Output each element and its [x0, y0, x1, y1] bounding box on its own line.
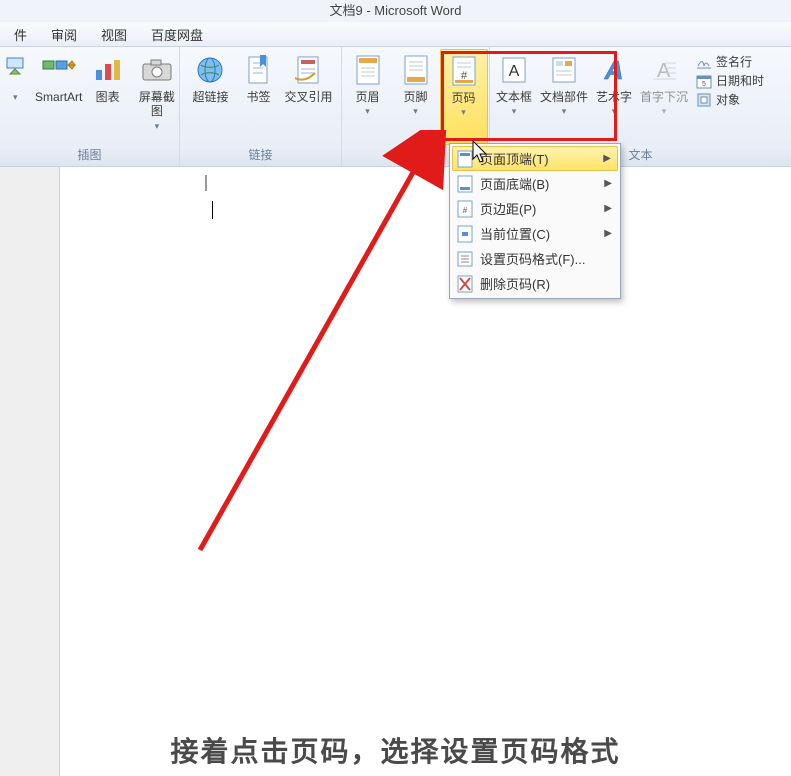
ribbon-group-illustrations: ▾ SmartArt 图表 屏幕截图 ▾ 插图 — [0, 47, 180, 166]
text-caret — [212, 201, 213, 219]
document-workspace — [0, 167, 791, 776]
textbox-button[interactable]: A 文本框 ▾ — [490, 49, 538, 145]
wordart-label: 艺术字 — [596, 90, 632, 104]
menu-file[interactable]: 件 — [2, 25, 39, 44]
wordart-button[interactable]: A 艺术字 ▾ — [590, 49, 638, 145]
chart-icon — [91, 53, 125, 87]
sigline-button[interactable]: 签名行 — [696, 53, 764, 70]
page-margins-icon: # — [456, 200, 474, 218]
footer-button[interactable]: 页脚 ▾ — [392, 49, 440, 145]
header-icon — [351, 53, 385, 87]
menu-format-pagenum[interactable]: 设置页码格式(F)... — [452, 246, 618, 271]
object-button[interactable]: 对象 — [696, 91, 764, 108]
globe-icon — [193, 53, 227, 87]
menu-view[interactable]: 视图 — [89, 25, 139, 44]
svg-text:A: A — [604, 55, 624, 85]
bookmark-icon — [241, 53, 275, 87]
left-gutter — [0, 167, 60, 776]
smartart-label: SmartArt — [35, 90, 82, 104]
footer-icon — [399, 53, 433, 87]
text-small-stack: 签名行 5 日期和时 对象 — [690, 49, 770, 108]
ruler-marker — [205, 175, 207, 191]
shape-icon — [0, 53, 32, 87]
textbox-label: 文本框 — [496, 90, 532, 104]
smartart-button[interactable]: SmartArt — [34, 49, 84, 145]
object-icon — [696, 92, 712, 108]
dropcap-label: 首字下沉 — [640, 90, 688, 104]
header-label: 页眉 — [355, 90, 379, 104]
quickparts-icon — [547, 53, 581, 87]
chevron-right-icon: ▶ — [603, 153, 611, 164]
dropcap-icon: A — [647, 53, 681, 87]
crossref-button[interactable]: 交叉引用 — [282, 49, 334, 145]
crossref-icon — [291, 53, 325, 87]
bookmark-button[interactable]: 书签 — [234, 49, 282, 145]
screenshot-button[interactable]: 屏幕截图 ▾ — [132, 49, 183, 145]
chart-label: 图表 — [96, 90, 120, 104]
dropcap-button[interactable]: A 首字下沉 ▾ — [638, 49, 690, 145]
chevron-right-icon: ▶ — [604, 228, 612, 239]
page-top-icon — [456, 150, 474, 168]
menu-page-top[interactable]: 页面顶端(T) ▶ — [452, 146, 618, 171]
svg-text:#: # — [463, 206, 468, 215]
crossref-label: 交叉引用 — [284, 90, 332, 104]
svg-text:5: 5 — [702, 81, 706, 88]
chevron-right-icon: ▶ — [604, 203, 612, 214]
wordart-icon: A — [597, 53, 631, 87]
footer-label: 页脚 — [403, 90, 427, 104]
format-icon — [456, 250, 474, 268]
signature-icon — [696, 54, 712, 70]
group-label-links: 链接 — [180, 146, 341, 166]
menu-page-bottom[interactable]: 页面底端(B) ▶ — [452, 171, 618, 196]
pagenum-button[interactable]: # 页码 ▾ — [440, 49, 488, 145]
hyperlink-button[interactable]: 超链接 — [186, 49, 234, 145]
chevron-right-icon: ▶ — [604, 178, 612, 189]
menu-baidu[interactable]: 百度网盘 — [139, 25, 215, 44]
calendar-icon: 5 — [696, 73, 712, 89]
menu-remove-pagenum[interactable]: 删除页码(R) — [452, 271, 618, 296]
menu-page-margins[interactable]: # 页边距(P) ▶ — [452, 196, 618, 221]
menu-bar: 件 审阅 视图 百度网盘 — [0, 22, 791, 47]
pagenum-icon: # — [447, 54, 481, 88]
group-label-illustrations: 插图 — [0, 146, 179, 166]
unknown-button[interactable]: ▾ — [0, 49, 34, 145]
pagenum-label: 页码 — [451, 91, 475, 105]
screenshot-label: 屏幕截图 — [134, 90, 181, 119]
datetime-button[interactable]: 5 日期和时 — [696, 72, 764, 89]
smartart-icon — [42, 53, 76, 87]
menu-current-position[interactable]: 当前位置(C) ▶ — [452, 221, 618, 246]
header-button[interactable]: 页眉 ▾ — [344, 49, 392, 145]
remove-icon — [456, 275, 474, 293]
instruction-caption: 接着点击页码，选择设置页码格式 — [0, 730, 791, 770]
menu-review[interactable]: 审阅 — [39, 25, 89, 44]
bookmark-label: 书签 — [246, 90, 270, 104]
ribbon-group-links: 超链接 书签 交叉引用 链接 — [180, 47, 342, 166]
textbox-icon: A — [497, 53, 531, 87]
hyperlink-label: 超链接 — [192, 90, 228, 104]
page-bottom-icon — [456, 175, 474, 193]
ribbon: ▾ SmartArt 图表 屏幕截图 ▾ 插图 — [0, 47, 791, 167]
svg-text:A: A — [509, 63, 520, 80]
camera-icon — [140, 53, 174, 87]
window-title: 文档9 - Microsoft Word — [0, 0, 791, 22]
quickparts-button[interactable]: 文档部件 ▾ — [538, 49, 590, 145]
document-page[interactable] — [60, 167, 791, 776]
quickparts-label: 文档部件 — [540, 90, 588, 104]
chart-button[interactable]: 图表 — [84, 49, 132, 145]
current-pos-icon — [456, 225, 474, 243]
pagenum-dropdown: 页面顶端(T) ▶ 页面底端(B) ▶ # 页边距(P) ▶ 当前位置(C) ▶… — [449, 143, 621, 299]
